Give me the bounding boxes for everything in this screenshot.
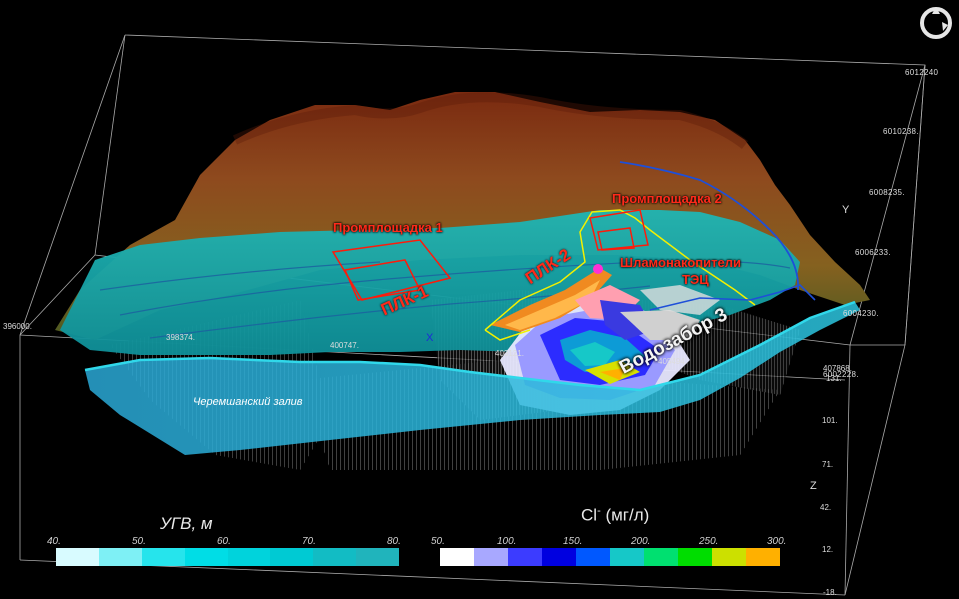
ugv-tick-2: 50. [132,536,146,547]
ugv-tick-3: 60. [217,536,231,547]
y-tick-3: 6008235. [869,188,905,197]
z-tick-2: 101. [822,416,838,425]
ugv-swatch-8 [356,548,399,566]
z-tick-4: 42. [820,503,832,512]
cl-swatch-8 [678,548,712,566]
z-tick-1: 131. [826,374,842,383]
ugv-swatch-3 [141,548,185,566]
y-tick-4: 6006233. [855,248,891,257]
cl-swatch-1 [440,548,474,566]
z-tick-3: 71. [822,460,834,469]
y-axis-title: Y [842,204,850,216]
ugv-swatch-4 [184,548,228,566]
y-tick-2: 6010238. [883,127,919,136]
compass-rose-icon[interactable] [918,5,954,41]
cl-swatch-7 [644,548,678,566]
cl-color-bar [440,548,780,566]
ugv-legend-title: УГВ, м [160,514,213,533]
x-tick-1: 396000. [3,322,32,331]
map-3d-scene [19,34,926,596]
y-tick-5: 6004230. [843,309,879,318]
cl-swatch-2 [474,548,508,566]
cl-title-main: Cl [581,505,598,525]
ugv-tick-4: 70. [302,536,316,547]
tec-label: ТЭЦ [682,272,709,287]
cl-swatch-4 [542,548,576,566]
cl-tick-5: 250. [699,536,719,547]
x-tick-3: 400747. [330,341,359,350]
cl-legend-title: Cl- (мг/л) [581,505,649,526]
z-axis-title: Z [810,480,817,492]
x-tick-6: 407868. [823,364,852,373]
cl-swatch-5 [576,548,610,566]
ugv-swatch-6 [270,548,314,566]
marker-x: X [426,332,434,344]
ugv-tick-5: 80. [387,536,401,547]
ugv-swatch-2 [98,548,142,566]
ugv-color-bar [56,548,399,566]
ugv-tick-1: 40. [47,536,61,547]
x-tick-4: 403121. [495,349,524,358]
cl-swatch-6 [610,548,644,566]
cl-swatch-10 [746,548,780,566]
cl-tick-2: 100. [497,536,517,547]
y-tick-1: 6012240 [905,68,939,77]
cl-tick-3: 150. [563,536,583,547]
cl-tick-1: 50. [431,536,445,547]
sludge-label: Шламонакопители [620,255,741,270]
z-tick-6: -18. [823,588,837,597]
ugv-swatch-7 [313,548,357,566]
cl-swatch-9 [712,548,746,566]
cl-tick-4: 200. [631,536,651,547]
ugv-swatch-1 [56,548,99,566]
bay-label: Черемшанский залив [193,396,303,408]
cl-swatch-3 [508,548,542,566]
x-tick-2: 398374. [166,333,195,342]
ugv-swatch-5 [227,548,271,566]
cl-title-unit: (мг/л) [600,505,650,525]
site2-label: Промплощадка 2 [612,191,722,206]
z-tick-5: 12. [822,545,834,554]
cl-tick-6: 300. [767,536,787,547]
site1-label: Промплощадка 1 [333,220,443,235]
